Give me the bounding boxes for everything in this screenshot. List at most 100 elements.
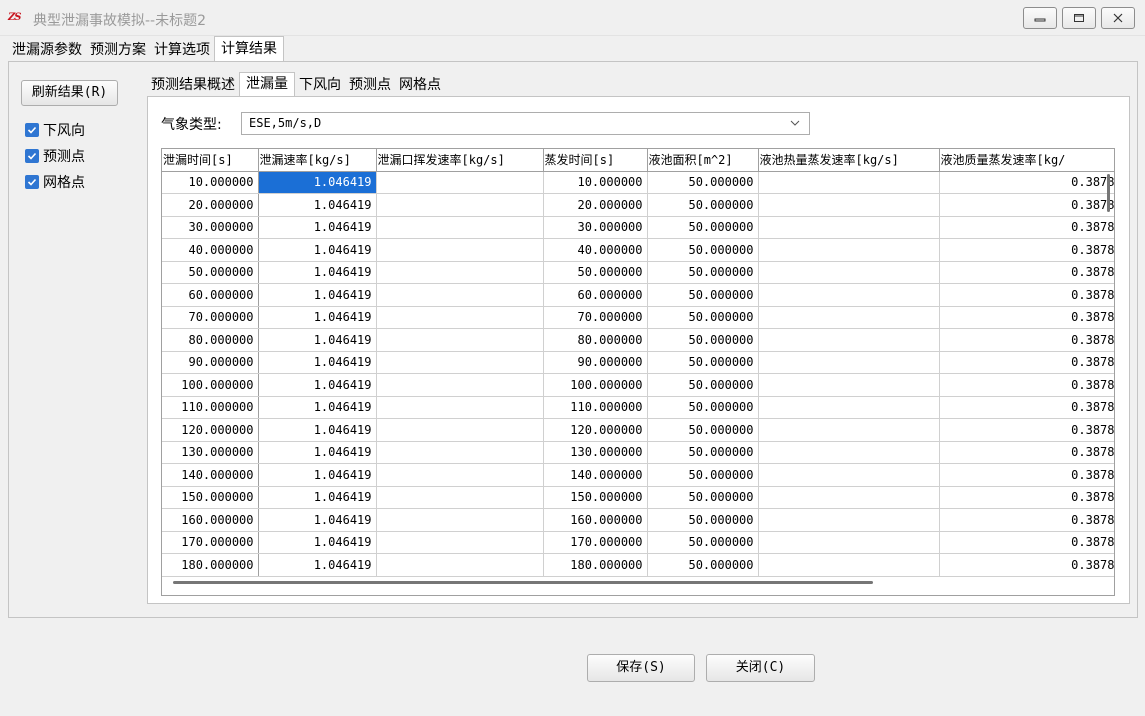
table-cell[interactable]: 130.000000 [543, 441, 648, 464]
table-cell[interactable]: 1.046419 [258, 553, 377, 577]
column-header[interactable]: 泄漏口挥发速率[kg/s] [376, 149, 544, 172]
table-cell[interactable] [758, 216, 940, 239]
table-row[interactable]: 110.000000 1.046419 110.000000 50.000000 0.3… [162, 396, 1114, 419]
table-cell[interactable]: 70.000000 [543, 306, 648, 329]
tab-calc-results[interactable]: 计算结果 [214, 36, 284, 61]
weather-type-select[interactable]: ESE,5m/s,D [241, 112, 810, 135]
table-cell[interactable]: 100.000000 [543, 373, 648, 397]
close-dialog-button[interactable]: 关闭(C) [706, 654, 815, 682]
column-header[interactable]: 液池质量蒸发速率[kg/ [939, 149, 1114, 172]
checkbox-downwind[interactable]: 下风向 [25, 120, 85, 140]
table-cell[interactable]: 30.000000 [162, 216, 259, 239]
table-cell[interactable]: 0.3878 [939, 238, 1114, 262]
table-cell[interactable]: 50.000000 [647, 418, 759, 442]
table-cell[interactable] [376, 463, 544, 487]
table-cell[interactable]: 160.000000 [162, 508, 259, 532]
table-cell[interactable]: 40.000000 [162, 238, 259, 262]
table-cell[interactable]: 0.3878 [939, 508, 1114, 532]
table-row[interactable]: 130.000000 1.046419 130.000000 50.000000 0.3… [162, 441, 1114, 464]
checkbox-checked-icon[interactable] [25, 149, 39, 163]
table-cell[interactable] [758, 463, 940, 487]
table-cell[interactable] [376, 283, 544, 307]
table-cell[interactable]: 50.000000 [647, 508, 759, 532]
tab-grid-points[interactable]: 网格点 [395, 74, 445, 96]
table-cell[interactable]: 1.046419 [258, 193, 377, 217]
tab-leak-source-params[interactable]: 泄漏源参数 [8, 39, 86, 61]
table-cell[interactable]: 50.000000 [647, 238, 759, 262]
tab-results-overview[interactable]: 预测结果概述 [147, 74, 239, 96]
table-cell[interactable] [376, 373, 544, 397]
table-row[interactable]: 160.000000 1.046419 160.000000 50.000000 0.3… [162, 508, 1114, 532]
table-row[interactable]: 30.000000 1.046419 30.000000 50.000000 0.387… [162, 216, 1114, 239]
table-row[interactable]: 180.000000 1.046419 180.000000 50.000000 0.3… [162, 553, 1114, 577]
table-cell[interactable]: 1.046419 [258, 508, 377, 532]
table-row[interactable]: 80.000000 1.046419 80.000000 50.000000 0.387… [162, 328, 1114, 352]
table-cell[interactable] [758, 351, 940, 374]
table-cell[interactable]: 0.3878 [939, 486, 1114, 509]
table-cell[interactable]: 50.000000 [647, 486, 759, 509]
table-cell[interactable]: 50.000000 [647, 193, 759, 217]
table-cell[interactable]: 1.046419 [258, 216, 377, 239]
table-cell[interactable] [758, 441, 940, 464]
table-cell[interactable] [758, 238, 940, 262]
tab-prediction-points[interactable]: 预测点 [345, 74, 395, 96]
table-cell[interactable]: 10.000000 [162, 171, 259, 194]
table-cell[interactable]: 80.000000 [162, 328, 259, 352]
table-cell[interactable]: 0.3878 [939, 328, 1114, 352]
table-cell[interactable]: 1.046419 [258, 261, 377, 284]
table-cell[interactable]: 100.000000 [162, 373, 259, 397]
table-row[interactable]: 170.000000 1.046419 170.000000 50.000000 0.3… [162, 531, 1114, 554]
table-cell[interactable]: 1.046419 [258, 283, 377, 307]
table-cell[interactable]: 1.046419 [258, 396, 377, 419]
table-cell[interactable] [758, 508, 940, 532]
table-cell[interactable] [758, 171, 940, 194]
maximize-button[interactable] [1062, 7, 1096, 29]
column-header[interactable]: 液池热量蒸发速率[kg/s] [758, 149, 940, 172]
table-cell[interactable] [758, 328, 940, 352]
table-cell[interactable]: 0.3878 [939, 193, 1114, 217]
table-row[interactable]: 10.000000 1.046419 10.000000 50.000000 0.387… [162, 171, 1114, 194]
table-row[interactable]: 70.000000 1.046419 70.000000 50.000000 0.387… [162, 306, 1114, 329]
horizontal-scrollbar[interactable] [173, 581, 873, 584]
column-header[interactable]: 蒸发时间[s] [543, 149, 648, 172]
table-cell[interactable] [758, 553, 940, 577]
table-cell[interactable]: 50.000000 [647, 328, 759, 352]
table-cell[interactable]: 0.3878 [939, 396, 1114, 419]
table-cell[interactable]: 0.3878 [939, 441, 1114, 464]
table-cell[interactable]: 20.000000 [543, 193, 648, 217]
table-cell[interactable]: 1.046419 [258, 328, 377, 352]
tab-calc-options[interactable]: 计算选项 [150, 39, 214, 61]
table-cell[interactable] [376, 441, 544, 464]
table-row[interactable]: 150.000000 1.046419 150.000000 50.000000 0.3… [162, 486, 1114, 509]
column-header[interactable]: 液池面积[m^2] [647, 149, 759, 172]
table-cell[interactable]: 1.046419 [258, 486, 377, 509]
tab-prediction-plan[interactable]: 预测方案 [86, 39, 150, 61]
table-cell[interactable]: 150.000000 [162, 486, 259, 509]
table-cell[interactable]: 0.3878 [939, 306, 1114, 329]
table-cell[interactable] [376, 216, 544, 239]
table-cell[interactable]: 180.000000 [543, 553, 648, 577]
table-cell[interactable] [758, 486, 940, 509]
table-cell[interactable]: 1.046419 [258, 171, 377, 194]
table-row[interactable]: 90.000000 1.046419 90.000000 50.000000 0.387… [162, 351, 1114, 374]
table-cell[interactable]: 60.000000 [162, 283, 259, 307]
save-button[interactable]: 保存(S) [587, 654, 695, 682]
table-cell[interactable] [376, 261, 544, 284]
table-cell[interactable]: 120.000000 [162, 418, 259, 442]
table-cell[interactable]: 170.000000 [162, 531, 259, 554]
vertical-scrollbar[interactable] [1107, 174, 1110, 212]
table-cell[interactable]: 0.3878 [939, 351, 1114, 374]
table-cell[interactable] [758, 418, 940, 442]
refresh-results-button[interactable]: 刷新结果(R) [21, 80, 118, 106]
table-cell[interactable]: 50.000000 [647, 531, 759, 554]
table-cell[interactable]: 90.000000 [543, 351, 648, 374]
table-cell[interactable] [758, 261, 940, 284]
table-cell[interactable] [376, 486, 544, 509]
table-cell[interactable]: 130.000000 [162, 441, 259, 464]
table-cell[interactable]: 110.000000 [162, 396, 259, 419]
table-row[interactable]: 120.000000 1.046419 120.000000 50.000000 0.3… [162, 418, 1114, 442]
table-row[interactable]: 40.000000 1.046419 40.000000 50.000000 0.387… [162, 238, 1114, 262]
tab-leak-amount[interactable]: 泄漏量 [239, 72, 295, 96]
close-button[interactable] [1101, 7, 1135, 29]
table-cell[interactable] [376, 193, 544, 217]
